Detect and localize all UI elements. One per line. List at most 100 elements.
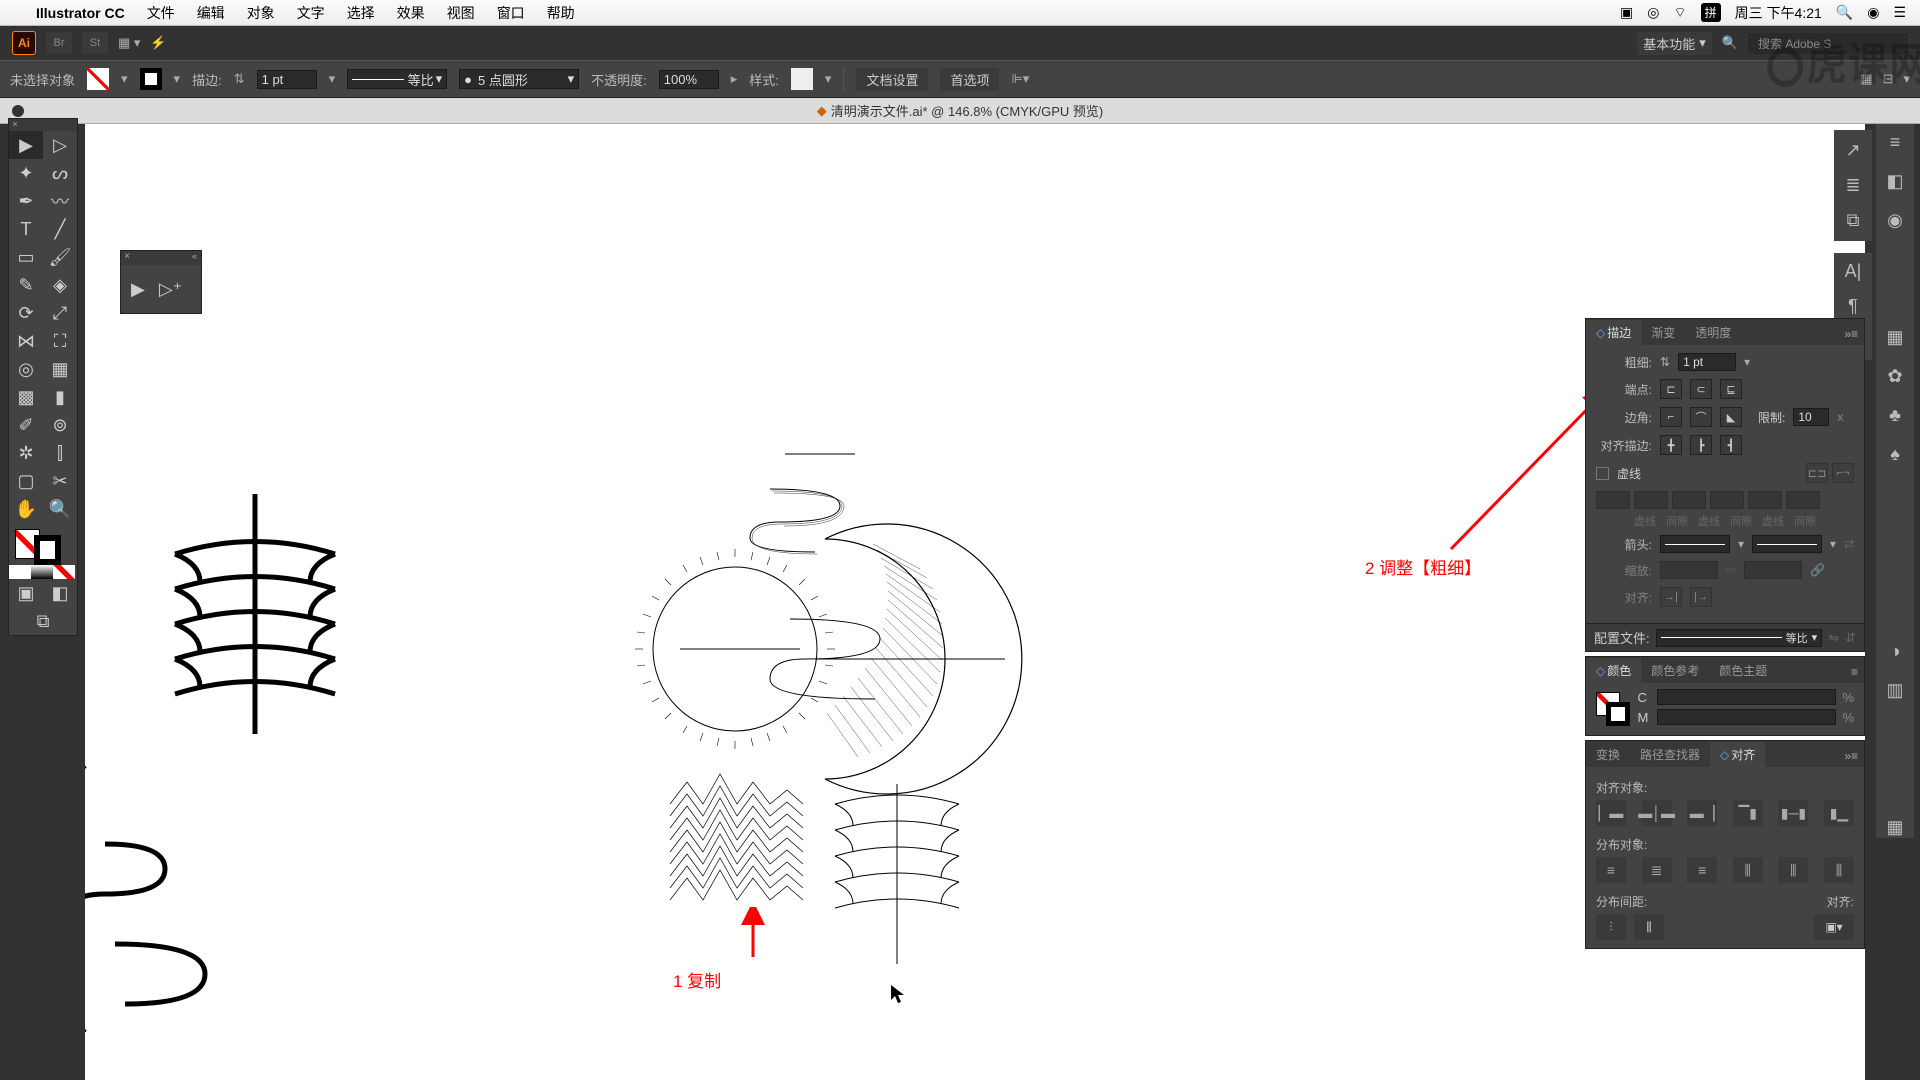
ime-indicator[interactable]: 拼 — [1701, 3, 1721, 22]
stock-button[interactable]: St — [82, 32, 108, 54]
links-icon[interactable]: ♠ — [1890, 444, 1900, 465]
arrowalign-end[interactable]: |→ — [1690, 587, 1712, 607]
tab-align[interactable]: ◇对齐 — [1710, 742, 1765, 767]
corner-bevel[interactable]: ◣ — [1720, 407, 1742, 427]
tab-stroke[interactable]: ◇描边 — [1586, 320, 1641, 345]
menu-type[interactable]: 文字 — [297, 3, 325, 23]
width-tool[interactable]: ⋈ — [9, 327, 43, 355]
tab-color-themes[interactable]: 颜色主题 — [1709, 658, 1777, 683]
tab-pathfinder[interactable]: 路径查找器 — [1630, 742, 1710, 767]
gradient-tool[interactable]: ▮ — [43, 383, 77, 411]
fill-dropdown-icon[interactable]: ▾ — [121, 71, 128, 87]
shaper-tool[interactable]: ✎ — [9, 271, 43, 299]
gap-3[interactable] — [1786, 491, 1820, 509]
stroke-weight-dropdown-icon[interactable]: ▾ — [329, 71, 336, 87]
arrowscale-link-icon[interactable]: 🔗 — [1810, 563, 1825, 577]
tab-transparency[interactable]: 透明度 — [1685, 320, 1741, 345]
gpu-icon[interactable]: ⚡ — [150, 35, 166, 51]
color-guide-icon[interactable]: ◑ — [1890, 641, 1901, 662]
var-width-profile[interactable]: 等比▾ — [347, 69, 447, 89]
symbols-dock-icon[interactable]: ✿ — [1887, 366, 1902, 387]
menu-help[interactable]: 帮助 — [547, 3, 575, 23]
style-dropdown-icon[interactable]: ▾ — [825, 71, 832, 87]
swatches-palette-icon[interactable]: ◉ — [1887, 210, 1903, 231]
slice-tool[interactable]: ✂ — [43, 467, 77, 495]
screen-mode[interactable]: ▣ — [9, 579, 43, 607]
tab-close-icon[interactable] — [12, 105, 24, 117]
opacity-dropdown-icon[interactable]: ▸ — [731, 71, 738, 87]
free-transform-tool[interactable]: ⛶ — [43, 327, 77, 355]
dist-bottom[interactable]: ≡ — [1687, 857, 1717, 883]
stroke-panel-menu-icon[interactable]: »≡ — [1838, 323, 1864, 345]
floating-collapse-icon[interactable]: « — [188, 251, 201, 265]
spotlight-icon[interactable]: 🔍 — [1836, 4, 1853, 21]
shape-builder-tool[interactable]: ◎ — [9, 355, 43, 383]
menu-select[interactable]: 选择 — [347, 3, 375, 23]
floating-cursor-icon[interactable]: ▶ — [131, 279, 145, 300]
dash-1[interactable] — [1596, 491, 1630, 509]
dash-checkbox[interactable] — [1596, 467, 1609, 480]
stroke-swatch[interactable] — [140, 68, 162, 90]
document-tab[interactable]: ◆ 清明演示文件.ai* @ 146.8% (CMYK/GPU 预览) — [0, 98, 1920, 124]
dash-3[interactable] — [1748, 491, 1782, 509]
dist-space-h[interactable]: ⫼ — [1634, 914, 1664, 940]
magic-wand-tool[interactable]: ✦ — [9, 159, 43, 187]
selection-tool[interactable]: ▶ — [9, 131, 43, 159]
flip-y-icon[interactable]: ⇵ — [1845, 630, 1856, 646]
dist-right[interactable]: ⫼ — [1824, 857, 1854, 883]
floating-tool-panel[interactable]: ×« ▶▷⁺ — [120, 250, 202, 314]
dist-top[interactable]: ≡ — [1596, 857, 1626, 883]
blend-tool[interactable]: ⊚ — [43, 411, 77, 439]
stroke-dropdown-icon[interactable]: ▾ — [174, 71, 181, 87]
cap-round[interactable]: ⊂ — [1690, 379, 1712, 399]
arrow-swap-icon[interactable]: ⇄ — [1844, 537, 1854, 551]
arrange-doc-icon[interactable]: ▦ ▾ — [118, 35, 140, 51]
align-vcenter[interactable]: ▮─▮ — [1778, 800, 1808, 826]
stroke-weight-input[interactable] — [257, 70, 317, 89]
alignstroke-outside[interactable]: ┫ — [1720, 435, 1742, 455]
m-value[interactable] — [1657, 709, 1836, 725]
dist-space-v[interactable]: ⫶ — [1596, 914, 1626, 940]
gap-1[interactable] — [1634, 491, 1668, 509]
graph-tool[interactable]: ⫿ — [43, 439, 77, 467]
style-swatch[interactable] — [791, 68, 813, 90]
notification-icon[interactable]: ☰ — [1893, 4, 1906, 21]
dist-hcenter[interactable]: ⫼ — [1778, 857, 1808, 883]
artboards-icon[interactable]: ⧉ — [1847, 210, 1860, 231]
eraser-tool[interactable]: ◈ — [43, 271, 77, 299]
appearance-icon[interactable]: ◧ — [1886, 171, 1903, 192]
weight-input[interactable] — [1678, 353, 1736, 371]
align-top[interactable]: ▔▮ — [1733, 800, 1763, 826]
menu-file[interactable]: 文件 — [147, 3, 175, 23]
floating-direct-icon[interactable]: ▷⁺ — [159, 279, 182, 300]
dash-preserve[interactable]: ⊏⊐ — [1806, 463, 1828, 483]
dash-align[interactable]: ⌐¬ — [1832, 463, 1854, 483]
libraries-icon[interactable]: ↗ — [1845, 140, 1860, 161]
none-mode[interactable] — [53, 565, 75, 579]
gradient-mode[interactable] — [31, 565, 53, 579]
corner-round[interactable]: ⌒ — [1690, 407, 1712, 427]
change-screen[interactable]: ⧉ — [9, 607, 77, 635]
workspace-switcher[interactable]: 基本功能▾ — [1637, 32, 1712, 55]
properties-icon[interactable]: ≡ — [1890, 132, 1901, 153]
scale-tool[interactable]: ⤢ — [43, 299, 77, 327]
align-hcenter[interactable]: ▬│▬ — [1642, 800, 1672, 826]
fill-stroke-mini[interactable] — [1596, 692, 1627, 726]
weight-dropdown-icon[interactable]: ▾ — [1744, 355, 1750, 369]
align-bottom[interactable]: ▮▁ — [1824, 800, 1854, 826]
pen-tool[interactable]: ✒ — [9, 187, 43, 215]
rectangle-tool[interactable]: ▭ — [9, 243, 43, 271]
cap-proj[interactable]: ⊑ — [1720, 379, 1742, 399]
tab-color[interactable]: ◇颜色 — [1586, 658, 1641, 683]
character-icon[interactable]: A| — [1845, 261, 1862, 282]
c-value[interactable] — [1657, 689, 1836, 705]
arrowscale-end[interactable] — [1744, 561, 1802, 579]
rotate-tool[interactable]: ⟳ — [9, 299, 43, 327]
menu-edit[interactable]: 编辑 — [197, 3, 225, 23]
mesh-tool[interactable]: ▩ — [9, 383, 43, 411]
siri-icon[interactable]: ◉ — [1867, 4, 1879, 21]
swatches-icon[interactable]: ▥ — [1886, 680, 1903, 701]
arrowscale-start[interactable] — [1660, 561, 1718, 579]
dash-2[interactable] — [1672, 491, 1706, 509]
limit-input[interactable] — [1793, 408, 1829, 426]
